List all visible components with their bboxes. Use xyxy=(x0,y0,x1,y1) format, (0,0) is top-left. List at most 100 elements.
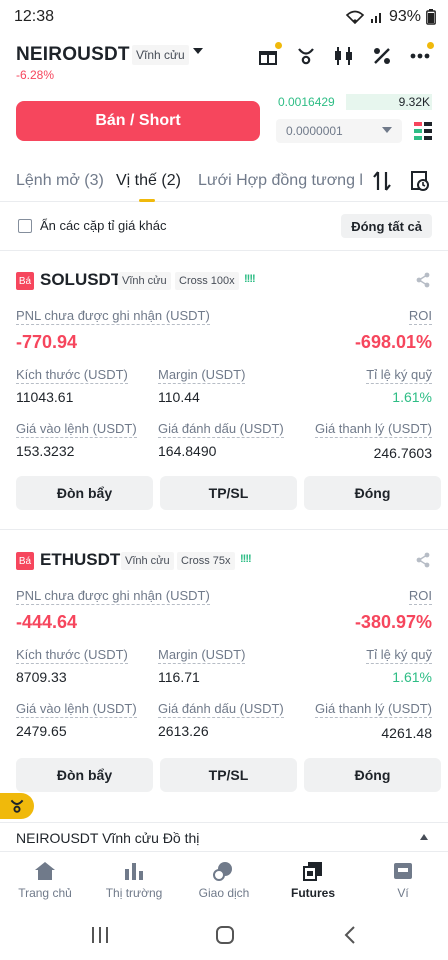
liquidation-price-label[interactable]: Giá thanh lý (USDT) xyxy=(314,701,432,718)
candlestick-chart-icon[interactable] xyxy=(332,44,356,68)
active-tab-indicator xyxy=(139,199,155,202)
caret-down-icon[interactable] xyxy=(193,48,203,56)
liquidation-price-label[interactable]: Giá thanh lý (USDT) xyxy=(314,421,432,438)
system-navigation xyxy=(0,914,448,960)
market-header: NEIROUSDT Vĩnh cửu -6.28% xyxy=(0,38,448,86)
contract-type-tag: Vĩnh cửu xyxy=(118,272,171,290)
contract-type-tag: Vĩnh cửu xyxy=(132,45,189,65)
orderbook-price: 0.0016429 xyxy=(278,95,335,109)
orderbook-row[interactable]: 0.0016429 9.32K xyxy=(276,94,432,110)
entry-price-label[interactable]: Giá vào lệnh (USDT) xyxy=(16,701,137,718)
margin-ratio-value: 1.61% xyxy=(392,669,432,685)
nav-home-label: Trang chủ xyxy=(18,886,72,900)
adl-indicator: !!!! xyxy=(240,553,252,565)
nav-trade[interactable]: Giao dịch xyxy=(179,861,269,900)
nav-markets[interactable]: Thị trường xyxy=(89,861,179,900)
margin-label[interactable]: Margin (USDT) xyxy=(158,647,246,664)
nav-trade-label: Giao dịch xyxy=(198,886,250,900)
roi-label[interactable]: ROI xyxy=(408,308,432,325)
liquidation-price-value: 4261.48 xyxy=(381,725,432,741)
status-time: 12:38 xyxy=(14,8,55,25)
copy-trading-shortcut[interactable] xyxy=(0,793,34,819)
mark-price-label[interactable]: Giá đánh dấu (USDT) xyxy=(158,421,284,438)
market-symbol[interactable]: NEIROUSDT xyxy=(16,44,130,66)
orders-tabs: Lệnh mở (3) Vị thế (2) Lưới Hợp đồng tươ… xyxy=(0,162,448,202)
notification-dot xyxy=(275,42,282,49)
battery-icon xyxy=(426,9,436,25)
price-change: -6.28% xyxy=(16,68,55,82)
mark-price-label[interactable]: Giá đánh dấu (USDT) xyxy=(158,701,284,718)
bottom-navigation: Trang chủ Thị trường Giao dịch Futures V… xyxy=(0,853,448,913)
home-icon xyxy=(35,862,55,880)
wifi-icon xyxy=(345,10,365,25)
gift-icon[interactable] xyxy=(256,42,282,68)
tab-positions[interactable]: Vị thế (2) xyxy=(116,172,181,190)
history-icon[interactable] xyxy=(410,170,430,192)
recent-apps-icon[interactable] xyxy=(90,926,110,944)
signal-icon xyxy=(370,13,381,23)
adl-indicator: !!!! xyxy=(244,273,256,285)
liquidation-price-value: 246.7603 xyxy=(373,445,432,461)
chevron-up-icon xyxy=(420,834,428,840)
markets-icon xyxy=(125,863,143,880)
close-position-button[interactable]: Đóng xyxy=(304,758,441,792)
roi-value: -698.01% xyxy=(354,332,432,352)
margin-label[interactable]: Margin (USDT) xyxy=(158,367,246,384)
share-icon[interactable] xyxy=(416,552,430,568)
contract-type-tag: Vĩnh cửu xyxy=(121,552,174,570)
position-card: Bá SOLUSDT Vĩnh cửu Cross 100x !!!! PNL … xyxy=(0,260,448,510)
leverage-button[interactable]: Đòn bẩy xyxy=(16,476,153,510)
share-icon[interactable] xyxy=(416,272,430,288)
size-label[interactable]: Kích thước (USDT) xyxy=(16,367,128,384)
back-icon[interactable] xyxy=(344,925,356,945)
tab-futures-grid[interactable]: Lưới Hợp đồng tương la xyxy=(198,172,362,190)
nav-markets-label: Thị trường xyxy=(105,886,163,900)
sort-icon[interactable] xyxy=(372,170,392,192)
status-bar: 12:38 93% xyxy=(0,0,448,34)
entry-price-label[interactable]: Giá vào lệnh (USDT) xyxy=(16,421,137,438)
mark-price-value: 2613.26 xyxy=(158,723,209,739)
home-button-icon[interactable] xyxy=(215,925,235,945)
precision-select[interactable]: 0.0000001 xyxy=(276,119,402,143)
position-symbol[interactable]: SOLUSDT xyxy=(40,270,121,290)
copy-trading-icon[interactable] xyxy=(294,44,318,68)
hide-other-pairs-checkbox[interactable] xyxy=(18,219,32,233)
margin-ratio-label[interactable]: Tỉ lệ ký quỹ xyxy=(366,367,432,384)
divider xyxy=(0,250,448,251)
tab-open-orders[interactable]: Lệnh mở (3) xyxy=(16,172,104,190)
margin-mode-tag[interactable]: Cross 100x xyxy=(175,272,239,290)
precision-value: 0.0000001 xyxy=(286,124,343,138)
sell-short-button[interactable]: Bán / Short xyxy=(16,101,260,141)
more-options-icon[interactable] xyxy=(408,42,434,68)
nav-home[interactable]: Trang chủ xyxy=(0,861,90,900)
margin-ratio-label[interactable]: Tỉ lệ ký quỹ xyxy=(366,647,432,664)
hide-other-pairs-label[interactable]: Ẩn các cặp tỉ giá khác xyxy=(40,218,166,233)
nav-wallet-label: Ví xyxy=(397,886,409,900)
close-all-button[interactable]: Đóng tất cả xyxy=(341,214,432,238)
trade-icon xyxy=(213,862,232,881)
chart-toggle-title: NEIROUSDT Vĩnh cửu Đồ thị xyxy=(16,830,200,846)
margin-value: 116.71 xyxy=(158,669,200,685)
margin-mode-tag[interactable]: Cross 75x xyxy=(177,552,235,570)
pnl-label[interactable]: PNL chưa được ghi nhận (USDT) xyxy=(16,308,210,325)
funding-rate-icon[interactable] xyxy=(370,44,394,68)
wallet-icon xyxy=(394,863,412,879)
nav-wallet[interactable]: Ví xyxy=(358,861,448,900)
pnl-label[interactable]: PNL chưa được ghi nhận (USDT) xyxy=(16,588,210,605)
futures-icon xyxy=(303,862,322,881)
roi-label[interactable]: ROI xyxy=(408,588,432,605)
tpsl-button[interactable]: TP/SL xyxy=(160,476,297,510)
tpsl-button[interactable]: TP/SL xyxy=(160,758,297,792)
nav-futures[interactable]: Futures xyxy=(268,861,358,900)
chart-toggle-bar[interactable]: NEIROUSDT Vĩnh cửu Đồ thị xyxy=(0,822,448,852)
divider xyxy=(0,529,448,530)
leverage-button[interactable]: Đòn bẩy xyxy=(16,758,153,792)
position-symbol[interactable]: ETHUSDT xyxy=(40,550,120,570)
orderbook-layout-icon[interactable] xyxy=(414,122,432,140)
margin-value: 110.44 xyxy=(158,389,200,405)
pnl-value: -444.64 xyxy=(16,612,78,632)
pnl-value: -770.94 xyxy=(16,332,78,352)
close-position-button[interactable]: Đóng xyxy=(304,476,441,510)
battery-percent: 93% xyxy=(388,8,421,25)
size-label[interactable]: Kích thước (USDT) xyxy=(16,647,128,664)
